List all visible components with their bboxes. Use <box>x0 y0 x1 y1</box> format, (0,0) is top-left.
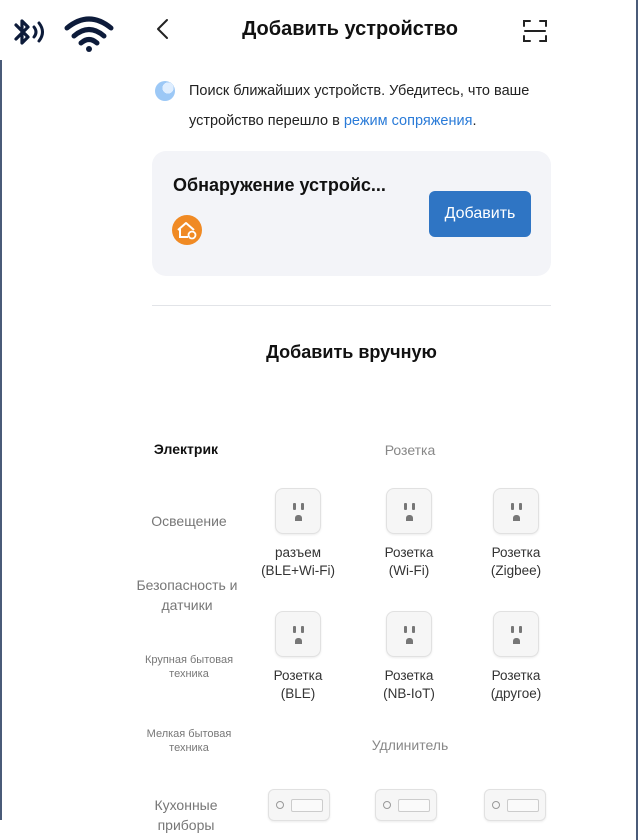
device-label: Розетка (BLE) <box>273 668 323 701</box>
section-title-socket: Розетка <box>384 442 436 458</box>
device-label: разъем (BLE+Wi-Fi) <box>261 545 335 578</box>
socket-icon <box>493 611 539 657</box>
left-edge-rule <box>0 60 2 820</box>
device-tile[interactable]: Розетка (NB-IoT) <box>353 611 465 703</box>
discovered-device-card: Обнаружение устройс... Добавить <box>152 151 551 276</box>
smart-home-device-icon <box>172 215 202 245</box>
search-hint-end: . <box>472 113 477 129</box>
manual-add-title: Добавить вручную <box>266 342 437 362</box>
status-icons <box>10 14 114 52</box>
category-kitchen-appliances[interactable]: Кухонные приборы <box>126 795 246 835</box>
socket-icon <box>386 488 432 534</box>
page-title: Добавить устройство <box>242 18 458 40</box>
power-strip-tile[interactable] <box>459 789 571 821</box>
category-electrician[interactable]: Электрик <box>126 439 246 459</box>
power-strip-icon <box>268 789 330 821</box>
scan-button[interactable] <box>522 18 548 44</box>
pairing-mode-link[interactable]: режим сопряжения <box>344 113 473 129</box>
device-label: Розетка (Wi-Fi) <box>384 545 434 578</box>
socket-icon <box>386 611 432 657</box>
device-tile[interactable]: Розетка (другое) <box>460 611 572 703</box>
power-strip-tile[interactable] <box>243 789 355 821</box>
power-strip-tile[interactable] <box>350 789 462 821</box>
device-tile[interactable]: Розетка (BLE) <box>242 611 354 703</box>
scan-icon <box>523 20 547 42</box>
device-tile[interactable]: Розетка (Wi-Fi) <box>353 488 465 580</box>
socket-icon <box>493 488 539 534</box>
divider <box>152 305 551 306</box>
category-large-appliances[interactable]: Крупная бытовая техника <box>129 653 249 681</box>
device-label: Розетка (Zigbee) <box>490 545 542 578</box>
category-small-appliances[interactable]: Мелкая бытовая техника <box>129 727 249 755</box>
search-hint: Поиск ближайших устройств. Убедитесь, чт… <box>189 76 549 136</box>
socket-icon <box>275 611 321 657</box>
device-label: Розетка (другое) <box>490 668 542 701</box>
category-security-sensors[interactable]: Безопасность и датчики <box>129 575 245 615</box>
bluetooth-icon <box>14 19 44 45</box>
section-title-power-strip: Удлинитель <box>371 737 449 753</box>
device-tile[interactable]: разъем (BLE+Wi-Fi) <box>242 488 354 580</box>
power-strip-icon <box>484 789 546 821</box>
socket-icon <box>275 488 321 534</box>
device-label: Розетка (NB-IoT) <box>383 668 435 701</box>
power-strip-icon <box>375 789 437 821</box>
searching-indicator-icon <box>155 81 175 101</box>
discovered-device-title: Обнаружение устройс... <box>173 175 386 195</box>
category-lighting[interactable]: Освещение <box>129 511 249 531</box>
device-tile[interactable]: Розетка (Zigbee) <box>460 488 572 580</box>
add-discovered-button[interactable]: Добавить <box>429 191 531 237</box>
wifi-icon <box>64 16 114 52</box>
top-bar: Добавить устройство <box>130 0 570 60</box>
